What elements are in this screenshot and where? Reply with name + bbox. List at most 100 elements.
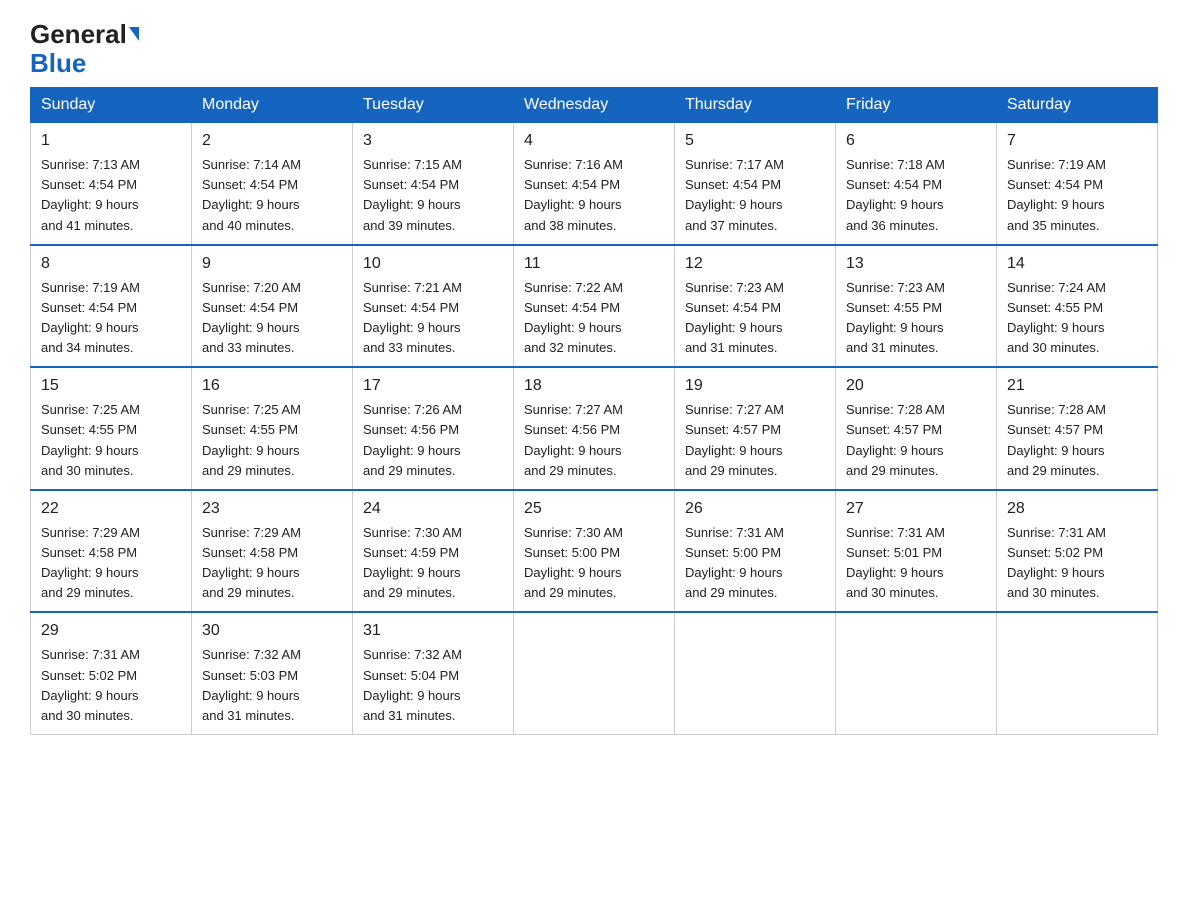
calendar-cell	[836, 612, 997, 734]
day-info: Sunrise: 7:31 AMSunset: 5:02 PMDaylight:…	[41, 645, 181, 726]
day-number: 15	[41, 374, 181, 398]
calendar-cell: 29Sunrise: 7:31 AMSunset: 5:02 PMDayligh…	[31, 612, 192, 734]
day-number: 1	[41, 129, 181, 153]
day-info: Sunrise: 7:30 AMSunset: 4:59 PMDaylight:…	[363, 523, 503, 604]
day-info: Sunrise: 7:15 AMSunset: 4:54 PMDaylight:…	[363, 155, 503, 236]
calendar-cell: 12Sunrise: 7:23 AMSunset: 4:54 PMDayligh…	[675, 245, 836, 368]
day-number: 27	[846, 497, 986, 521]
day-number: 13	[846, 252, 986, 276]
day-number: 23	[202, 497, 342, 521]
calendar-cell: 19Sunrise: 7:27 AMSunset: 4:57 PMDayligh…	[675, 367, 836, 490]
day-number: 14	[1007, 252, 1147, 276]
day-number: 5	[685, 129, 825, 153]
calendar-cell: 11Sunrise: 7:22 AMSunset: 4:54 PMDayligh…	[514, 245, 675, 368]
day-number: 30	[202, 619, 342, 643]
calendar-cell: 1Sunrise: 7:13 AMSunset: 4:54 PMDaylight…	[31, 123, 192, 245]
day-number: 29	[41, 619, 181, 643]
day-number: 25	[524, 497, 664, 521]
day-number: 8	[41, 252, 181, 276]
calendar-cell	[514, 612, 675, 734]
day-info: Sunrise: 7:31 AMSunset: 5:01 PMDaylight:…	[846, 523, 986, 604]
day-info: Sunrise: 7:31 AMSunset: 5:02 PMDaylight:…	[1007, 523, 1147, 604]
calendar-cell: 3Sunrise: 7:15 AMSunset: 4:54 PMDaylight…	[353, 123, 514, 245]
logo-blue-text: Blue	[30, 48, 86, 78]
calendar-table: SundayMondayTuesdayWednesdayThursdayFrid…	[30, 87, 1158, 735]
logo-triangle-icon	[129, 27, 139, 41]
day-info: Sunrise: 7:19 AMSunset: 4:54 PMDaylight:…	[1007, 155, 1147, 236]
calendar-cell: 25Sunrise: 7:30 AMSunset: 5:00 PMDayligh…	[514, 490, 675, 613]
calendar-cell: 20Sunrise: 7:28 AMSunset: 4:57 PMDayligh…	[836, 367, 997, 490]
day-number: 31	[363, 619, 503, 643]
calendar-cell: 17Sunrise: 7:26 AMSunset: 4:56 PMDayligh…	[353, 367, 514, 490]
day-info: Sunrise: 7:14 AMSunset: 4:54 PMDaylight:…	[202, 155, 342, 236]
day-info: Sunrise: 7:30 AMSunset: 5:00 PMDaylight:…	[524, 523, 664, 604]
day-info: Sunrise: 7:13 AMSunset: 4:54 PMDaylight:…	[41, 155, 181, 236]
day-number: 16	[202, 374, 342, 398]
weekday-header-monday: Monday	[192, 88, 353, 123]
calendar-cell: 13Sunrise: 7:23 AMSunset: 4:55 PMDayligh…	[836, 245, 997, 368]
day-number: 3	[363, 129, 503, 153]
calendar-cell: 28Sunrise: 7:31 AMSunset: 5:02 PMDayligh…	[997, 490, 1158, 613]
calendar-cell: 24Sunrise: 7:30 AMSunset: 4:59 PMDayligh…	[353, 490, 514, 613]
day-number: 4	[524, 129, 664, 153]
calendar-cell: 26Sunrise: 7:31 AMSunset: 5:00 PMDayligh…	[675, 490, 836, 613]
day-info: Sunrise: 7:20 AMSunset: 4:54 PMDaylight:…	[202, 278, 342, 359]
day-info: Sunrise: 7:29 AMSunset: 4:58 PMDaylight:…	[202, 523, 342, 604]
weekday-header-friday: Friday	[836, 88, 997, 123]
day-info: Sunrise: 7:32 AMSunset: 5:04 PMDaylight:…	[363, 645, 503, 726]
calendar-week-row: 15Sunrise: 7:25 AMSunset: 4:55 PMDayligh…	[31, 367, 1158, 490]
day-info: Sunrise: 7:28 AMSunset: 4:57 PMDaylight:…	[1007, 400, 1147, 481]
day-number: 10	[363, 252, 503, 276]
day-info: Sunrise: 7:25 AMSunset: 4:55 PMDaylight:…	[41, 400, 181, 481]
day-info: Sunrise: 7:24 AMSunset: 4:55 PMDaylight:…	[1007, 278, 1147, 359]
day-info: Sunrise: 7:16 AMSunset: 4:54 PMDaylight:…	[524, 155, 664, 236]
day-number: 9	[202, 252, 342, 276]
day-number: 21	[1007, 374, 1147, 398]
day-info: Sunrise: 7:28 AMSunset: 4:57 PMDaylight:…	[846, 400, 986, 481]
day-info: Sunrise: 7:32 AMSunset: 5:03 PMDaylight:…	[202, 645, 342, 726]
day-number: 12	[685, 252, 825, 276]
weekday-header-sunday: Sunday	[31, 88, 192, 123]
weekday-header-thursday: Thursday	[675, 88, 836, 123]
calendar-cell: 5Sunrise: 7:17 AMSunset: 4:54 PMDaylight…	[675, 123, 836, 245]
weekday-header-saturday: Saturday	[997, 88, 1158, 123]
day-info: Sunrise: 7:21 AMSunset: 4:54 PMDaylight:…	[363, 278, 503, 359]
calendar-cell: 10Sunrise: 7:21 AMSunset: 4:54 PMDayligh…	[353, 245, 514, 368]
day-number: 19	[685, 374, 825, 398]
calendar-week-row: 29Sunrise: 7:31 AMSunset: 5:02 PMDayligh…	[31, 612, 1158, 734]
calendar-cell: 9Sunrise: 7:20 AMSunset: 4:54 PMDaylight…	[192, 245, 353, 368]
day-number: 7	[1007, 129, 1147, 153]
day-number: 18	[524, 374, 664, 398]
day-number: 26	[685, 497, 825, 521]
calendar-cell	[675, 612, 836, 734]
day-number: 6	[846, 129, 986, 153]
weekday-header-wednesday: Wednesday	[514, 88, 675, 123]
calendar-cell: 23Sunrise: 7:29 AMSunset: 4:58 PMDayligh…	[192, 490, 353, 613]
calendar-cell: 15Sunrise: 7:25 AMSunset: 4:55 PMDayligh…	[31, 367, 192, 490]
calendar-cell: 31Sunrise: 7:32 AMSunset: 5:04 PMDayligh…	[353, 612, 514, 734]
calendar-cell: 18Sunrise: 7:27 AMSunset: 4:56 PMDayligh…	[514, 367, 675, 490]
day-number: 24	[363, 497, 503, 521]
day-info: Sunrise: 7:19 AMSunset: 4:54 PMDaylight:…	[41, 278, 181, 359]
calendar-cell: 16Sunrise: 7:25 AMSunset: 4:55 PMDayligh…	[192, 367, 353, 490]
day-info: Sunrise: 7:31 AMSunset: 5:00 PMDaylight:…	[685, 523, 825, 604]
day-number: 28	[1007, 497, 1147, 521]
calendar-cell: 6Sunrise: 7:18 AMSunset: 4:54 PMDaylight…	[836, 123, 997, 245]
day-info: Sunrise: 7:29 AMSunset: 4:58 PMDaylight:…	[41, 523, 181, 604]
calendar-week-row: 1Sunrise: 7:13 AMSunset: 4:54 PMDaylight…	[31, 123, 1158, 245]
day-number: 22	[41, 497, 181, 521]
calendar-cell: 30Sunrise: 7:32 AMSunset: 5:03 PMDayligh…	[192, 612, 353, 734]
logo: GeneralBlue	[30, 20, 139, 77]
day-info: Sunrise: 7:18 AMSunset: 4:54 PMDaylight:…	[846, 155, 986, 236]
day-info: Sunrise: 7:26 AMSunset: 4:56 PMDaylight:…	[363, 400, 503, 481]
day-info: Sunrise: 7:23 AMSunset: 4:55 PMDaylight:…	[846, 278, 986, 359]
calendar-cell: 2Sunrise: 7:14 AMSunset: 4:54 PMDaylight…	[192, 123, 353, 245]
day-info: Sunrise: 7:25 AMSunset: 4:55 PMDaylight:…	[202, 400, 342, 481]
day-number: 2	[202, 129, 342, 153]
calendar-cell: 4Sunrise: 7:16 AMSunset: 4:54 PMDaylight…	[514, 123, 675, 245]
calendar-cell	[997, 612, 1158, 734]
day-info: Sunrise: 7:22 AMSunset: 4:54 PMDaylight:…	[524, 278, 664, 359]
weekday-header-tuesday: Tuesday	[353, 88, 514, 123]
calendar-cell: 8Sunrise: 7:19 AMSunset: 4:54 PMDaylight…	[31, 245, 192, 368]
calendar-week-row: 22Sunrise: 7:29 AMSunset: 4:58 PMDayligh…	[31, 490, 1158, 613]
